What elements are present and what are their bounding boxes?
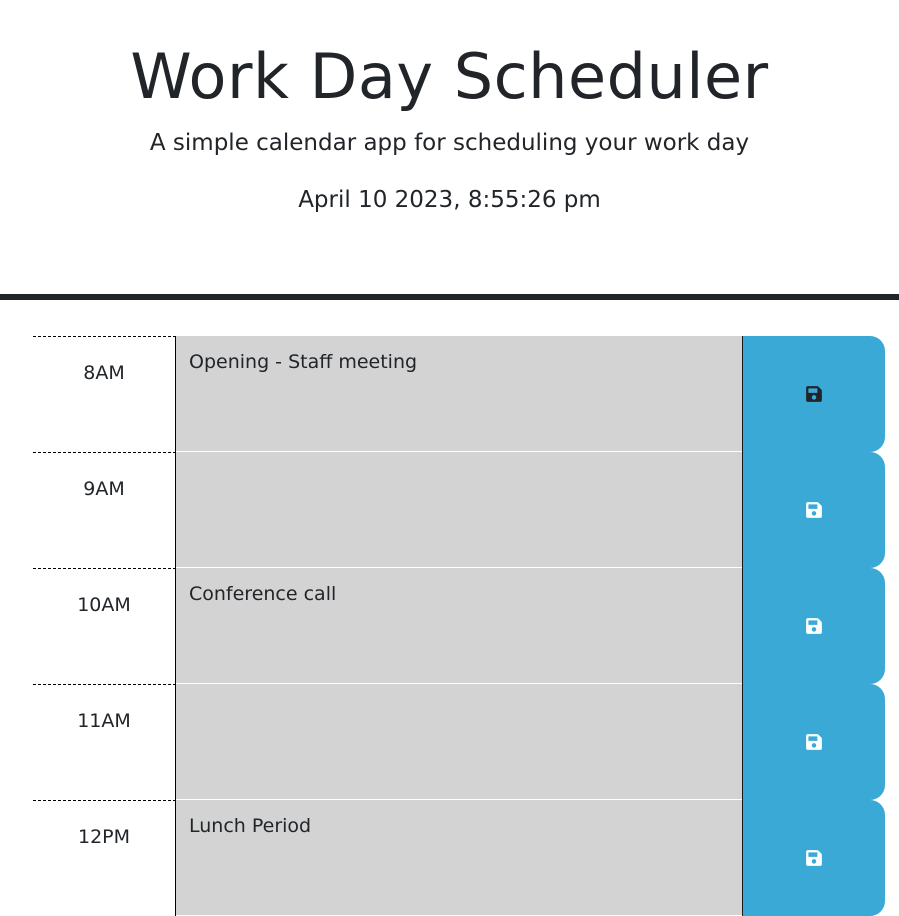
hour-label: 8AM xyxy=(33,336,176,452)
hour-label: 11AM xyxy=(33,684,176,800)
time-block-row: 8AM xyxy=(33,336,885,452)
time-block-row: 10AM xyxy=(33,568,885,684)
floppy-disk-icon xyxy=(806,850,822,866)
save-button[interactable] xyxy=(742,452,885,568)
page-title: Work Day Scheduler xyxy=(130,40,769,113)
save-button[interactable] xyxy=(742,684,885,800)
time-block-row: 12PM xyxy=(33,800,885,916)
page-header: Work Day Scheduler A simple calendar app… xyxy=(0,0,899,300)
save-button[interactable] xyxy=(742,800,885,916)
page-subtitle: A simple calendar app for scheduling you… xyxy=(149,130,750,156)
hour-label: 9AM xyxy=(33,452,176,568)
floppy-disk-icon xyxy=(806,734,822,750)
time-block-row: 11AM xyxy=(33,684,885,800)
time-block-row: 9AM xyxy=(33,452,885,568)
save-button[interactable] xyxy=(742,336,885,452)
event-description-input[interactable] xyxy=(176,336,742,452)
schedule-container: 8AM 9AM 10AM 11AM xyxy=(33,336,885,916)
event-description-input[interactable] xyxy=(176,568,742,684)
event-description-input[interactable] xyxy=(176,452,742,568)
event-description-input[interactable] xyxy=(176,684,742,800)
hour-label: 12PM xyxy=(33,800,176,916)
floppy-disk-icon xyxy=(806,502,822,518)
current-datetime: April 10 2023, 8:55:26 pm xyxy=(298,187,601,213)
floppy-disk-icon xyxy=(806,386,822,402)
hour-label: 10AM xyxy=(33,568,176,684)
save-button[interactable] xyxy=(742,568,885,684)
event-description-input[interactable] xyxy=(176,800,742,916)
floppy-disk-icon xyxy=(806,618,822,634)
